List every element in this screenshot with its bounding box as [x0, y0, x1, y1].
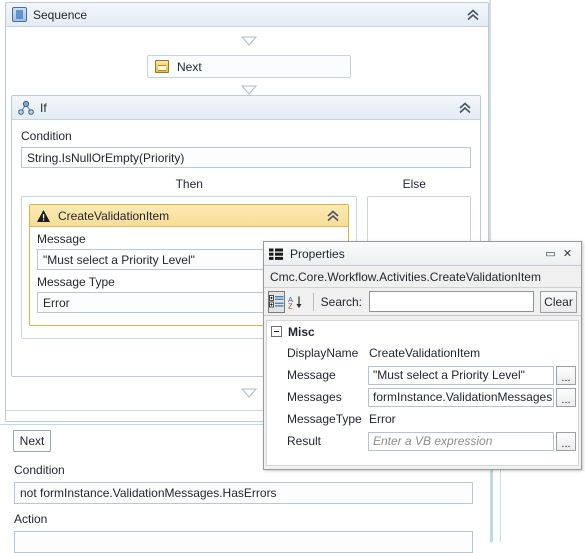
- then-label: Then: [175, 177, 203, 191]
- sort-alphabetical-icon[interactable]: A Z: [288, 291, 306, 313]
- if-collapse-chevron-double-up-icon[interactable]: [458, 101, 472, 114]
- clear-button[interactable]: Clear: [540, 290, 577, 313]
- properties-window[interactable]: Properties ▭ ✕ Cmc.Core.Workflow.Activit…: [263, 241, 582, 470]
- branch-titles: Then Else: [21, 177, 471, 191]
- property-value-cell[interactable]: "Must select a Priority Level"...: [365, 364, 578, 386]
- property-name: MessageType: [287, 412, 362, 426]
- property-ellipsis-button[interactable]: ...: [556, 431, 576, 451]
- sequence-header[interactable]: Sequence: [6, 3, 488, 27]
- workflow-designer-screen: Sequence Next If Condition String.IsNull…: [0, 0, 585, 553]
- if-title: If: [40, 100, 47, 115]
- message-value: "Must select a Priority Level": [43, 252, 195, 267]
- search-input[interactable]: [369, 291, 534, 312]
- toolbar-separator: [313, 292, 314, 311]
- next-breadcrumb-button[interactable]: Next: [13, 430, 51, 452]
- property-value-cell[interactable]: Error: [365, 408, 578, 430]
- property-row[interactable]: Message "Must select a Priority Level"...: [267, 364, 578, 386]
- else-label: Else: [402, 177, 426, 191]
- property-ellipsis-button[interactable]: ...: [556, 365, 576, 385]
- connector-arrow-icon: [241, 388, 257, 398]
- property-value-cell[interactable]: formInstance.ValidationMessages...: [365, 386, 578, 408]
- collapse-box-icon[interactable]: [271, 326, 282, 337]
- property-name: DisplayName: [287, 346, 359, 360]
- property-value-cell[interactable]: CreateValidationItem: [365, 342, 578, 364]
- connector-arrow-icon: [241, 85, 257, 95]
- lower-action-drop-zone[interactable]: [14, 531, 473, 553]
- if-condition-label: Condition: [21, 129, 72, 143]
- create-validation-item-collapse-chevron-double-up-icon[interactable]: [326, 209, 340, 222]
- property-row[interactable]: Messages formInstance.ValidationMessages.…: [267, 386, 578, 408]
- properties-window-title: Properties: [290, 246, 345, 261]
- properties-subtitle: Cmc.Core.Workflow.Activities.CreateValid…: [264, 266, 581, 288]
- lower-condition-label: Condition: [14, 463, 65, 477]
- sequence-collapse-chevron-double-up-icon[interactable]: [466, 8, 480, 21]
- property-value-input[interactable]: Enter a VB expression: [368, 431, 554, 451]
- svg-text:Z: Z: [288, 301, 293, 309]
- property-name: Messages: [287, 390, 342, 404]
- if-condition-input[interactable]: String.IsNullOrEmpty(Priority): [21, 147, 471, 168]
- property-value-cell[interactable]: Enter a VB expression...: [365, 430, 578, 452]
- property-row[interactable]: DisplayName CreateValidationItem: [267, 342, 578, 364]
- properties-grid-icon: [269, 248, 283, 260]
- property-value: CreateValidationItem: [369, 346, 481, 360]
- message-type-value: Error: [43, 295, 70, 310]
- property-value-input[interactable]: formInstance.ValidationMessages: [368, 387, 554, 407]
- property-ellipsis-button[interactable]: ...: [556, 387, 576, 407]
- properties-titlebar[interactable]: Properties ▭ ✕: [264, 242, 581, 266]
- properties-rows: DisplayName CreateValidationItem Message "M…: [267, 342, 578, 452]
- connector-arrow-icon: [241, 36, 257, 46]
- properties-grid: Misc DisplayName CreateValidationItem Mess…: [266, 320, 579, 466]
- property-row[interactable]: MessageType Error: [267, 408, 578, 430]
- create-validation-item-header[interactable]: CreateValidationItem: [30, 205, 349, 227]
- property-name: Result: [287, 434, 322, 448]
- properties-group-label: Misc: [288, 324, 315, 339]
- if-condition-value: String.IsNullOrEmpty(Priority): [27, 150, 185, 165]
- categorized-view-icon[interactable]: [268, 290, 285, 313]
- properties-group-misc[interactable]: Misc: [267, 321, 578, 342]
- sequence-icon: [12, 7, 27, 22]
- close-icon[interactable]: ✕: [559, 246, 576, 262]
- property-value: Error: [369, 412, 396, 426]
- property-value-input[interactable]: "Must select a Priority Level": [368, 365, 554, 385]
- lower-condition-input[interactable]: not formInstance.ValidationMessages.HasE…: [14, 482, 473, 504]
- lower-condition-value: not formInstance.ValidationMessages.HasE…: [20, 486, 277, 500]
- activity-folder-icon: [155, 60, 169, 73]
- properties-toolbar: A Z Search: Clear: [264, 288, 581, 316]
- if-header[interactable]: If: [12, 96, 480, 120]
- sequence-title: Sequence: [33, 7, 88, 22]
- maximize-icon[interactable]: ▭: [542, 246, 559, 262]
- lower-action-label: Action: [14, 512, 48, 526]
- next-activity-label: Next: [177, 59, 202, 74]
- search-label: Search:: [320, 294, 362, 309]
- create-validation-item-title: CreateValidationItem: [58, 208, 170, 223]
- property-name: Message: [287, 368, 336, 382]
- if-branch-icon: [18, 100, 34, 115]
- property-row[interactable]: Result Enter a VB expression...: [267, 430, 578, 452]
- warning-triangle-icon: [36, 209, 51, 223]
- next-activity[interactable]: Next: [147, 55, 351, 78]
